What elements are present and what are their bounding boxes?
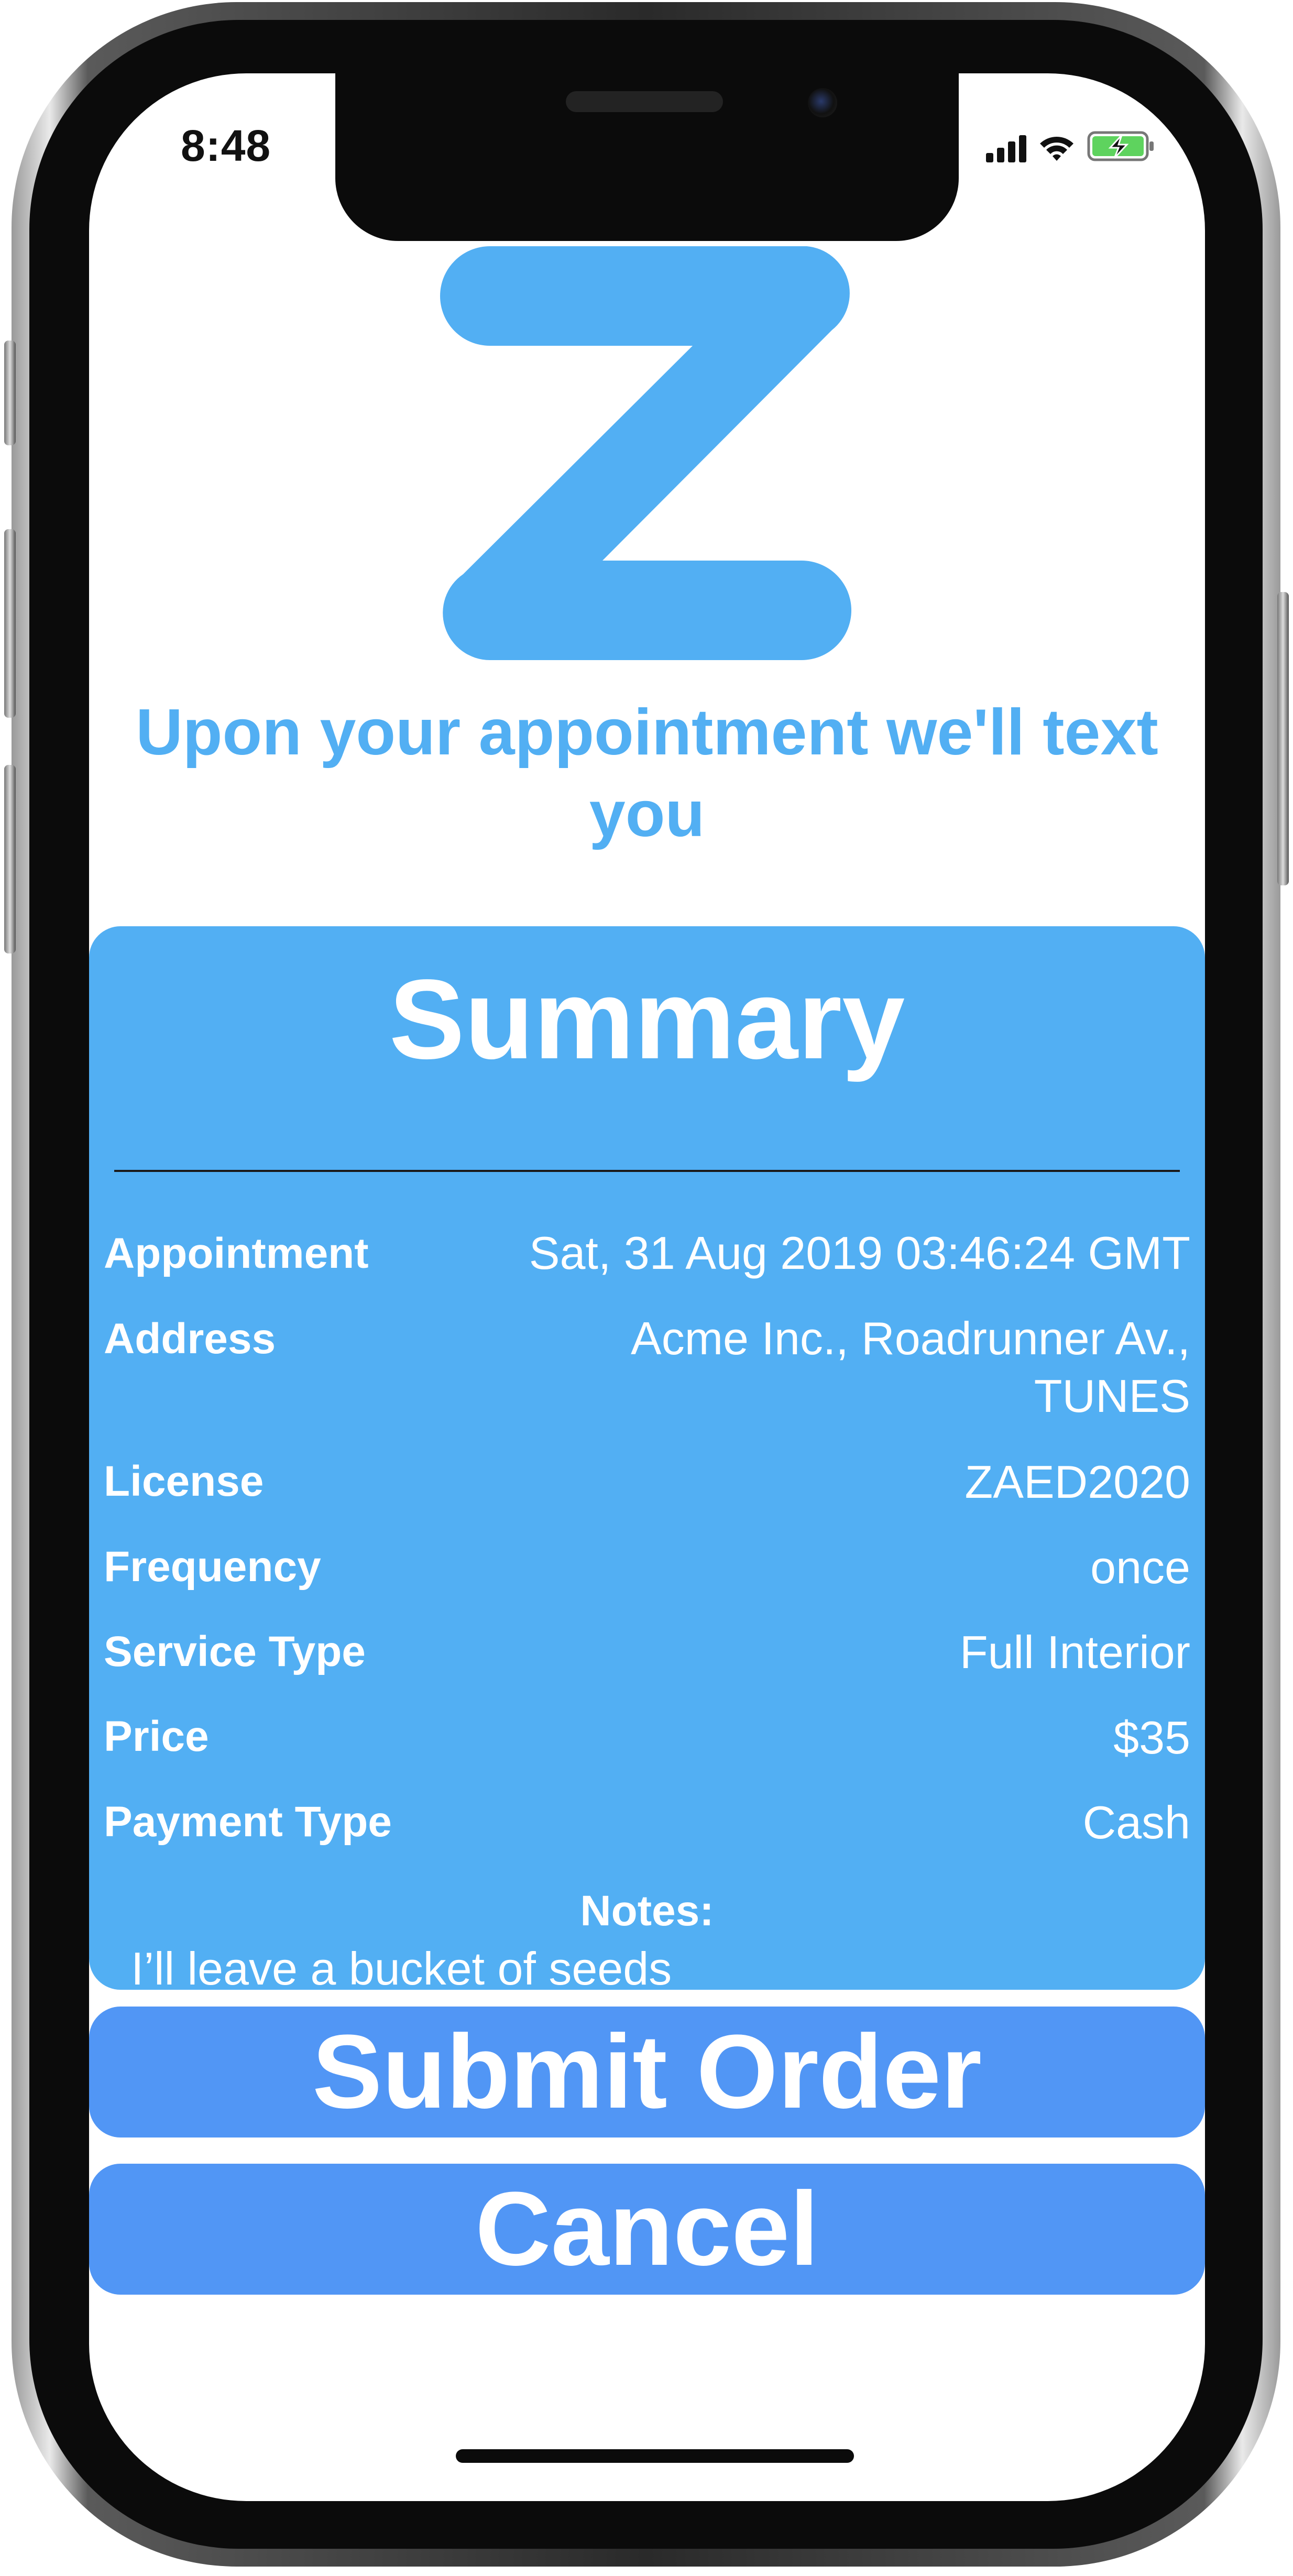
address-label: Address (104, 1315, 276, 1363)
battery-charging-icon (1087, 131, 1154, 161)
license-label: License (104, 1457, 264, 1505)
power-button (1277, 592, 1289, 885)
mute-switch (4, 341, 16, 445)
wifi-icon (1040, 137, 1073, 161)
home-indicator[interactable] (456, 2449, 854, 2463)
order-summary-panel: Summary Appointment Sat, 31 Aug 2019 03:… (89, 926, 1205, 2013)
frequency-label: Frequency (104, 1543, 321, 1591)
price-label: Price (104, 1713, 209, 1760)
price-value: $35 (1113, 1712, 1190, 1763)
volume-up-button (4, 529, 16, 718)
payment-type-value: Cash (1082, 1796, 1190, 1848)
submit-order-button[interactable]: Submit Order (89, 2007, 1205, 2137)
cellular-signal-icon (986, 133, 1026, 162)
address-value-line2: TUNES (1034, 1370, 1190, 1422)
appointment-label: Appointment (104, 1230, 369, 1277)
notes-label: Notes: (580, 1887, 714, 1935)
app-screen: 8:48 Upon your appointment we'll text yo… (89, 73, 1205, 2501)
payment-type-label: Payment Type (104, 1798, 392, 1846)
notes-text: I’ll leave a bucket of seeds (131, 1943, 672, 1994)
summary-title: Summary (389, 956, 905, 1082)
status-time: 8:48 (181, 121, 271, 170)
service-type-value: Full Interior (959, 1626, 1190, 1678)
front-camera (808, 88, 837, 117)
confirmation-tagline: Upon your appointment we'll text you (136, 696, 1158, 850)
license-value: ZAED2020 (965, 1456, 1190, 1508)
appointment-value: Sat, 31 Aug 2019 03:46:24 GMT (529, 1227, 1190, 1279)
z-logo-icon (440, 246, 851, 660)
status-icons (986, 126, 1155, 162)
earpiece-speaker (566, 91, 723, 112)
volume-down-button (4, 765, 16, 953)
summary-divider-top (114, 1170, 1180, 1172)
notch (335, 73, 959, 241)
service-type-label: Service Type (104, 1628, 366, 1675)
cancel-button[interactable]: Cancel (89, 2164, 1205, 2295)
frequency-value: once (1090, 1541, 1190, 1593)
address-value-line1: Acme Inc., Roadrunner Av., (631, 1312, 1190, 1364)
